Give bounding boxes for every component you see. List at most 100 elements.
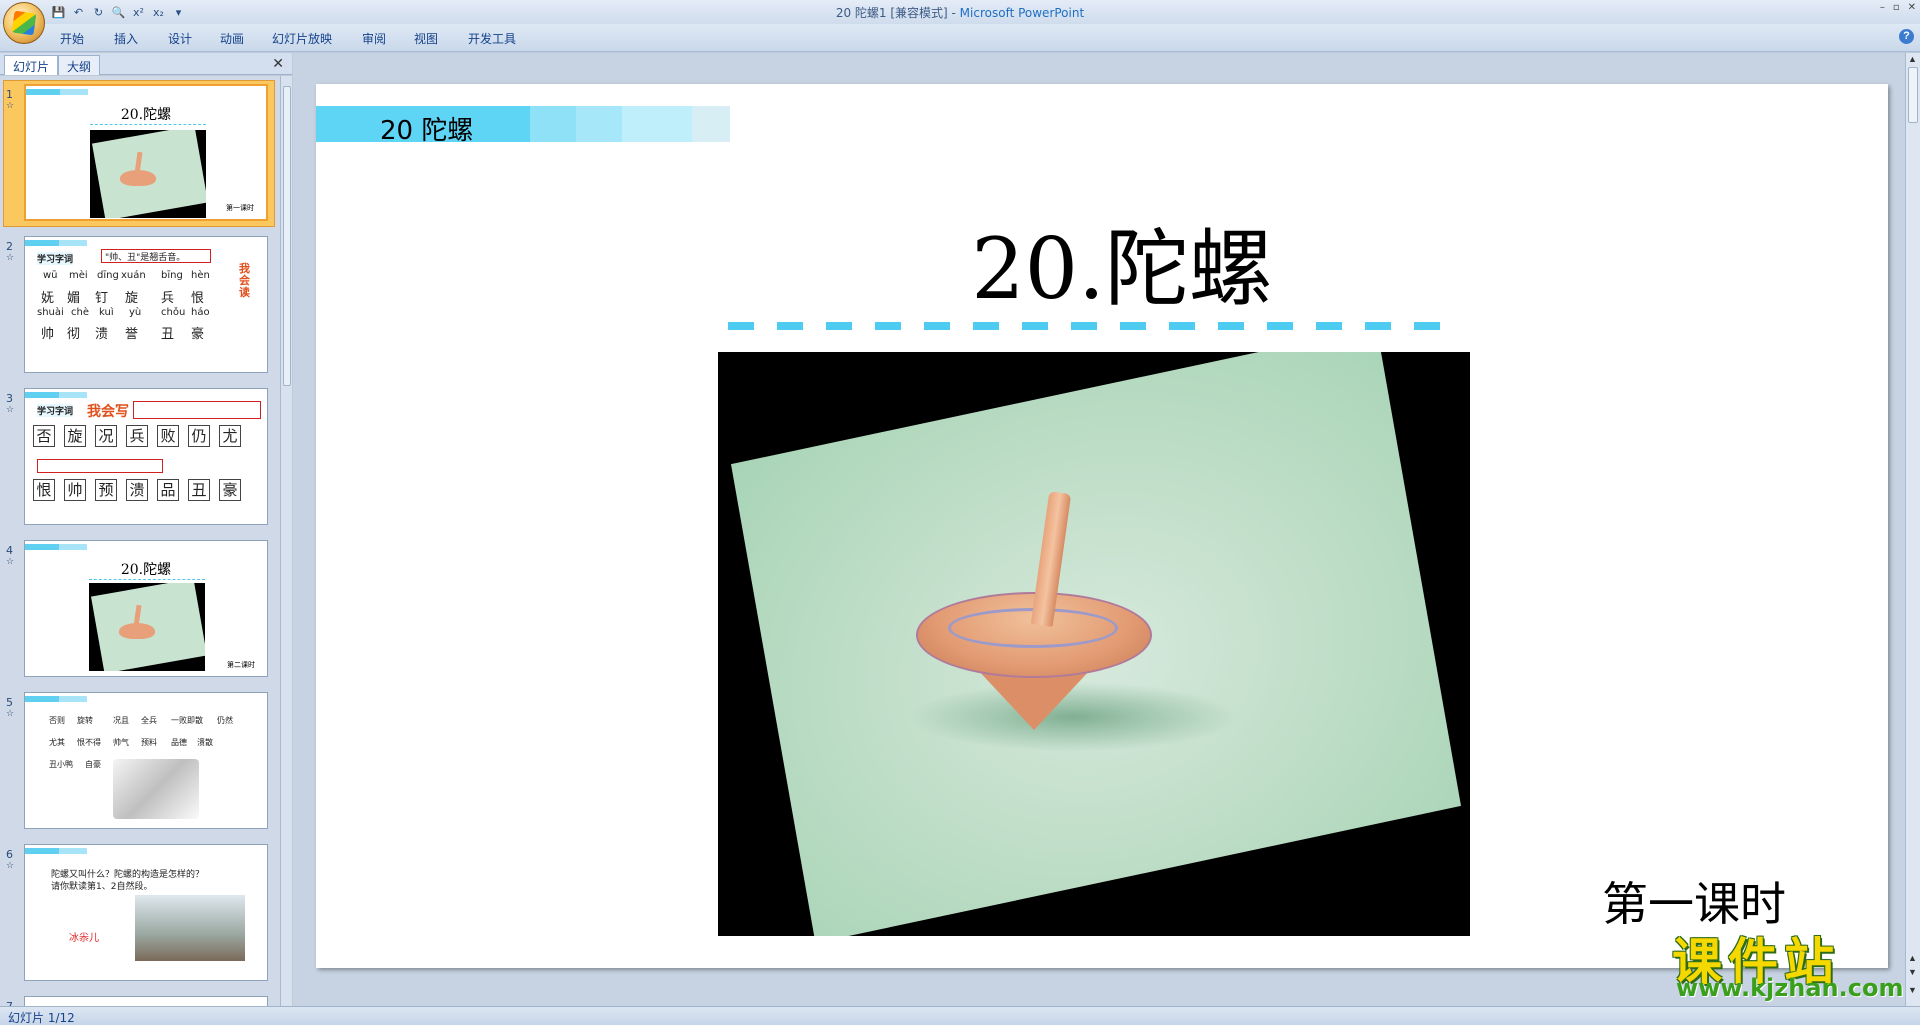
note-box bbox=[133, 401, 261, 419]
word: 况且 bbox=[113, 716, 129, 725]
pinyin: kuì bbox=[99, 307, 114, 318]
scroll-up-icon[interactable]: ▲ bbox=[1908, 54, 1917, 64]
spinning-top-image[interactable] bbox=[718, 352, 1470, 936]
document-title: 20 陀螺1 [兼容模式] - bbox=[835, 6, 960, 20]
next-slide-icon[interactable]: ▼ bbox=[1908, 967, 1917, 977]
slide-thumbnails: 1 ☆ 20.陀螺 第一课时 2 ☆ 学习字词 "帅、丑"是翘舌音。 我会读 w… bbox=[0, 76, 292, 1006]
tab-animation[interactable]: 动画 bbox=[220, 30, 244, 47]
hanzi: 溃 bbox=[95, 327, 109, 342]
char-cell: 丑 bbox=[188, 479, 210, 501]
office-button[interactable] bbox=[3, 2, 45, 44]
mini-dash bbox=[89, 579, 205, 580]
tab-review[interactable]: 审阅 bbox=[362, 30, 386, 47]
tab-design[interactable]: 设计 bbox=[168, 30, 192, 47]
mini-photo-image bbox=[135, 895, 245, 961]
slide-canvas[interactable]: 20 陀螺 20.陀螺 第一课时 bbox=[316, 84, 1888, 968]
animation-star-icon: ☆ bbox=[6, 100, 15, 110]
hanzi: 妩 bbox=[41, 291, 55, 306]
pinyin: háo bbox=[191, 307, 210, 318]
tab-home[interactable]: 开始 bbox=[60, 30, 84, 47]
word: 帅气 bbox=[113, 738, 129, 747]
office-logo-icon bbox=[11, 10, 37, 36]
thumbnail-slide-1[interactable]: 1 ☆ 20.陀螺 第一课时 bbox=[0, 80, 280, 230]
hanzi: 媚 bbox=[67, 291, 81, 306]
mini-side-label: 我会读 bbox=[239, 262, 250, 299]
mini-banner bbox=[25, 392, 87, 398]
mini-banner bbox=[25, 696, 87, 702]
thumbnail-slide-5[interactable]: 5 ☆ 否则 旋转 况且 全兵 一败即散 仍然 尤其 恨不得 帅气 预料 品德 … bbox=[0, 692, 280, 832]
animation-star-icon: ☆ bbox=[6, 860, 15, 870]
prev-slide-icon[interactable]: ▲ bbox=[1908, 953, 1917, 963]
hanzi: 旋 bbox=[125, 291, 139, 306]
slide-title[interactable]: 20.陀螺 bbox=[316, 202, 1888, 323]
mini-instruction: 请你默读第1、2自然段。 bbox=[51, 882, 153, 892]
hanzi: 兵 bbox=[161, 291, 175, 306]
thumbnail-scrollbar[interactable] bbox=[280, 76, 292, 1006]
thumbnail-slide-4[interactable]: 4 ☆ 20.陀螺 第二课时 bbox=[0, 540, 280, 680]
tab-view[interactable]: 视图 bbox=[414, 30, 438, 47]
scrollbar-thumb[interactable] bbox=[1908, 67, 1918, 123]
close-icon[interactable]: ✕ bbox=[1908, 2, 1916, 13]
scroll-down-icon[interactable]: ▼ bbox=[1908, 985, 1917, 995]
word: 一败即散 bbox=[171, 716, 203, 725]
title-dash-line bbox=[728, 322, 1440, 330]
note-box bbox=[37, 459, 163, 473]
slide-preview: 否则 旋转 况且 全兵 一败即散 仍然 尤其 恨不得 帅气 预料 品德 溃散 丑… bbox=[24, 692, 268, 829]
maximize-icon[interactable]: ▫ bbox=[1893, 2, 1900, 13]
mini-side-label: 我会写 bbox=[87, 404, 129, 420]
slide-preview: 20.陀螺 第二课时 bbox=[24, 540, 268, 677]
pinyin: bīng bbox=[161, 270, 183, 281]
thumbnail-slide-7[interactable]: 7 bbox=[0, 996, 280, 1006]
word: 恨不得 bbox=[77, 738, 101, 747]
word: 溃散 bbox=[197, 738, 213, 747]
watermark-url: www.kjzhan.com bbox=[1676, 974, 1904, 1002]
thumbnail-slide-2[interactable]: 2 ☆ 学习字词 "帅、丑"是翘舌音。 我会读 wū mèi dīng xuán… bbox=[0, 236, 280, 376]
tab-insert[interactable]: 插入 bbox=[114, 30, 138, 47]
word: 尤其 bbox=[49, 738, 65, 747]
mini-banner bbox=[25, 240, 87, 246]
char-cell: 豪 bbox=[219, 479, 241, 501]
tab-slides[interactable]: 幻灯片 bbox=[4, 55, 59, 75]
char-cell: 仍 bbox=[188, 425, 210, 447]
word: 仍然 bbox=[217, 716, 233, 725]
animation-star-icon: ☆ bbox=[6, 404, 15, 414]
slide-preview: 学习字词 我会写 否 旋 况 兵 败 仍 尤 恨 帅 预 溃 品 丑 豪 bbox=[24, 388, 268, 525]
char-cell: 恨 bbox=[33, 479, 55, 501]
status-bar: 幻灯片 1/12 bbox=[0, 1006, 1920, 1025]
pane-close-icon[interactable]: ✕ bbox=[272, 55, 284, 72]
ribbon-tabs: 开始 插入 设计 动画 幻灯片放映 审阅 视图 开发工具 ? bbox=[0, 24, 1920, 52]
app-name: Microsoft PowerPoint bbox=[959, 6, 1085, 20]
mini-banner bbox=[25, 848, 87, 854]
slide-scrollbar[interactable]: ▲ ▲ ▼ ▼ bbox=[1905, 53, 1920, 1006]
pinyin: chè bbox=[71, 307, 89, 318]
mini-dash bbox=[90, 124, 206, 125]
char-cell: 预 bbox=[95, 479, 117, 501]
char-cell: 尤 bbox=[219, 425, 241, 447]
word: 全兵 bbox=[141, 716, 157, 725]
pinyin: yù bbox=[129, 307, 142, 318]
char-cell: 帅 bbox=[64, 479, 86, 501]
mini-dumbbell-image bbox=[113, 759, 199, 819]
help-icon[interactable]: ? bbox=[1899, 29, 1914, 44]
slide-preview bbox=[24, 996, 268, 1006]
tab-developer[interactable]: 开发工具 bbox=[468, 30, 516, 47]
minimize-icon[interactable]: – bbox=[1880, 2, 1885, 13]
scrollbar-thumb[interactable] bbox=[283, 86, 291, 386]
hanzi: 誉 bbox=[125, 327, 139, 342]
char-cell: 兵 bbox=[126, 425, 148, 447]
slide-indicator: 幻灯片 1/12 bbox=[8, 1011, 75, 1025]
animation-star-icon: ☆ bbox=[6, 556, 15, 566]
hanzi: 恨 bbox=[191, 291, 205, 306]
tab-slideshow[interactable]: 幻灯片放映 bbox=[272, 30, 332, 47]
mini-lesson-label: 第一课时 bbox=[226, 205, 254, 212]
mini-label: 学习字词 bbox=[37, 404, 74, 417]
mini-note: "帅、丑"是翘舌音。 bbox=[105, 253, 186, 263]
tab-outline[interactable]: 大纲 bbox=[58, 55, 101, 75]
hanzi: 钉 bbox=[95, 291, 109, 306]
pane-tabs: 幻灯片 大纲 ✕ bbox=[0, 53, 292, 75]
slide-preview: 陀螺又叫什么？陀螺的构造是怎样的？ 请你默读第1、2自然段。 冰尜儿 bbox=[24, 844, 268, 981]
pinyin: dīng bbox=[97, 270, 119, 281]
watermark-logo: 课件站 www.kjzhan.com bbox=[1668, 928, 1904, 1004]
thumbnail-slide-3[interactable]: 3 ☆ 学习字词 我会写 否 旋 况 兵 败 仍 尤 恨 帅 预 溃 品 丑 豪 bbox=[0, 388, 280, 528]
thumbnail-slide-6[interactable]: 6 ☆ 陀螺又叫什么？陀螺的构造是怎样的？ 请你默读第1、2自然段。 冰尜儿 bbox=[0, 844, 280, 984]
